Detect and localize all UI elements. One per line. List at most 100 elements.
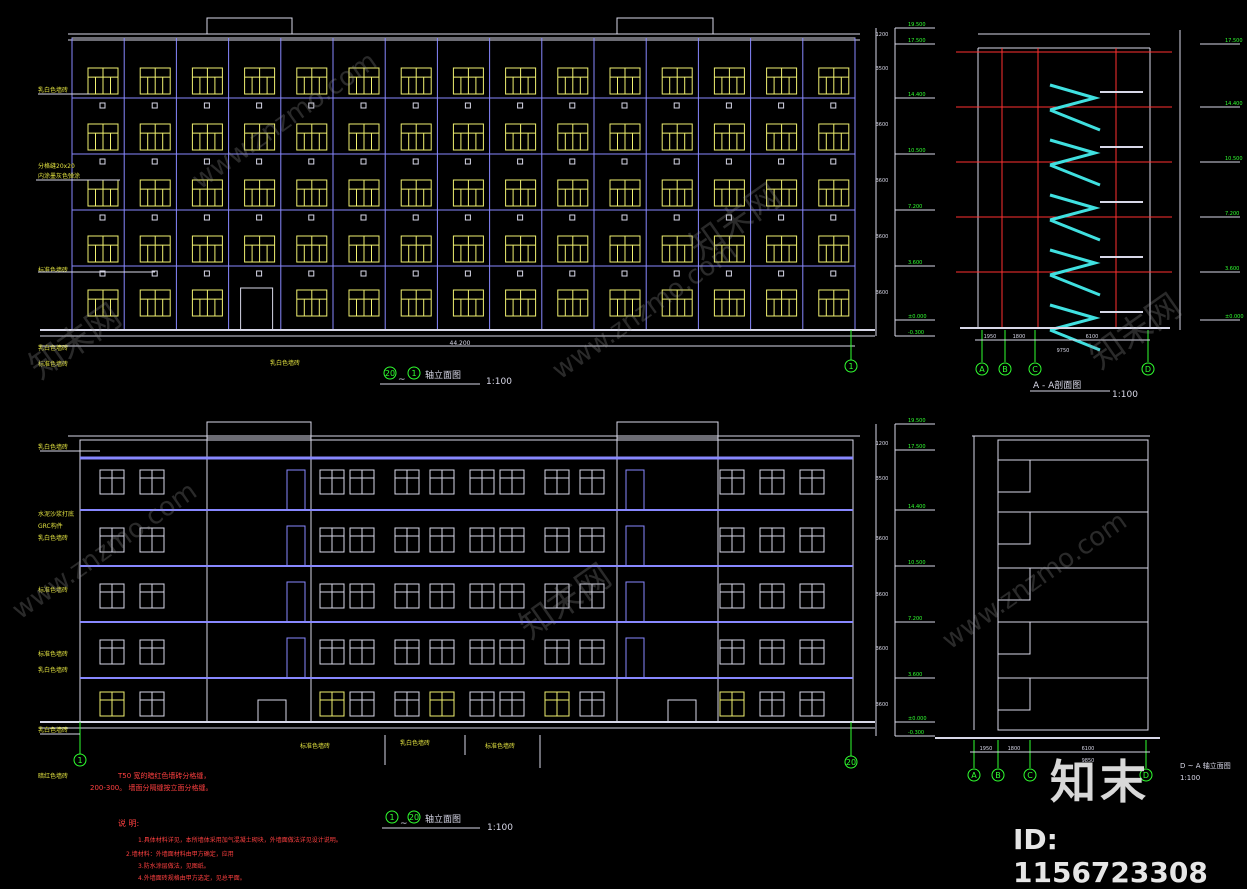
stair-flight bbox=[1049, 83, 1101, 112]
section-title: A - A剖面图 bbox=[1033, 379, 1081, 391]
vent bbox=[256, 270, 263, 277]
material-label: 乳白色墙砖 bbox=[38, 443, 68, 451]
material-label: 内涂墨灰色弹涂 bbox=[38, 172, 80, 180]
vent bbox=[308, 270, 315, 277]
vent bbox=[517, 102, 524, 109]
vent bbox=[517, 158, 524, 165]
level-text: 19.500 bbox=[908, 418, 926, 424]
side-window bbox=[997, 621, 1031, 655]
stair-flight bbox=[1049, 163, 1101, 187]
vent bbox=[99, 102, 106, 109]
level-text: ±0.000 bbox=[908, 314, 927, 320]
vent bbox=[99, 214, 106, 221]
tower-railing bbox=[625, 637, 645, 679]
vent bbox=[412, 102, 419, 109]
level-text: 7.200 bbox=[908, 616, 922, 622]
drawing-scale: 1:100 bbox=[486, 377, 512, 387]
vent bbox=[621, 214, 628, 221]
material-label: 乳白色墙砖 bbox=[38, 726, 68, 734]
stair-flight bbox=[1049, 218, 1101, 242]
vent bbox=[569, 158, 576, 165]
dim-text: 3600 bbox=[876, 178, 889, 184]
vent bbox=[360, 102, 367, 109]
level-text: 10.500 bbox=[1225, 156, 1243, 162]
side-window bbox=[997, 511, 1031, 545]
brand-logo: 知末 bbox=[1050, 755, 1150, 809]
material-label: 乳白色墙砖 bbox=[400, 739, 430, 747]
parapet bbox=[616, 17, 714, 35]
parapet bbox=[206, 17, 293, 35]
level-text: 14.400 bbox=[908, 92, 926, 98]
vent bbox=[830, 158, 837, 165]
level-text: 3.600 bbox=[908, 260, 922, 266]
dim-text: 1800 bbox=[1013, 334, 1026, 340]
watermark-layer: 知末网 www.znzmo.com 知末网 www.znzmo.com 知末网 www.z… bbox=[7, 46, 1189, 656]
vent bbox=[778, 102, 785, 109]
level-text: 10.500 bbox=[908, 560, 926, 566]
elevation-bottom: 1 20 19.500 17.500 14.400 10.500 7.200 3.600 ±0.… bbox=[38, 418, 935, 833]
vent bbox=[203, 270, 210, 277]
note-line: 3.防水涂层做法，见图纸。 bbox=[138, 862, 210, 870]
material-label: 水泥沙浆打底 bbox=[38, 510, 74, 518]
tower-railing bbox=[625, 525, 645, 567]
level-text: -0.300 bbox=[908, 730, 924, 736]
note-line: 200-300。 墙面分隔缝按立面分格缝。 bbox=[90, 783, 212, 792]
vent bbox=[621, 270, 628, 277]
vent bbox=[464, 158, 471, 165]
stair-flight bbox=[1049, 273, 1101, 297]
axis-label: 20 bbox=[385, 369, 395, 378]
design-notes: T50 宽的暗红色墙砖分格缝， 200-300。 墙面分隔缝按立面分格缝。说 明:… bbox=[90, 771, 342, 881]
dim-text: 3500 bbox=[876, 66, 889, 72]
note-line: 2.墙材料：外墙面材料由甲方确定，应用 bbox=[126, 850, 234, 858]
vent bbox=[778, 270, 785, 277]
entry-steps bbox=[257, 699, 287, 723]
dim-text: 3600 bbox=[876, 290, 889, 296]
drawing-title: 轴立面图 bbox=[425, 369, 461, 381]
vent bbox=[569, 270, 576, 277]
stair-flight bbox=[1049, 193, 1101, 222]
level-text: 17.500 bbox=[908, 444, 926, 450]
level-text: 3.600 bbox=[908, 672, 922, 678]
axis-label: B bbox=[1002, 365, 1008, 374]
vent bbox=[569, 102, 576, 109]
vent bbox=[256, 214, 263, 221]
dim-text: 1800 bbox=[1008, 746, 1021, 752]
material-label: 暗红色墙砖 bbox=[38, 772, 68, 780]
vent bbox=[830, 214, 837, 221]
dim-text: 1950 bbox=[980, 746, 993, 752]
vent bbox=[517, 214, 524, 221]
axis-label: 1 bbox=[848, 362, 853, 371]
section-scale: 1:100 bbox=[1112, 390, 1138, 400]
vent bbox=[673, 102, 680, 109]
vent bbox=[412, 214, 419, 221]
dim-text: 1950 bbox=[984, 334, 997, 340]
vent bbox=[621, 102, 628, 109]
side-title: D ~ A 轴立面图 bbox=[1180, 761, 1231, 770]
tower-railing bbox=[286, 581, 306, 623]
vent bbox=[151, 102, 158, 109]
material-label: 标准色墙砖 bbox=[300, 742, 330, 750]
dim-text: 1200 bbox=[876, 441, 889, 447]
image-id: ID: 1156723308 bbox=[1013, 823, 1208, 889]
vent bbox=[464, 102, 471, 109]
level-text: 14.400 bbox=[908, 504, 926, 510]
vent bbox=[725, 270, 732, 277]
level-text: 14.400 bbox=[1225, 101, 1243, 107]
axis-label: A bbox=[979, 365, 985, 374]
material-label: 乳白色墙砖 bbox=[38, 86, 68, 94]
axis-label: A bbox=[971, 771, 977, 780]
axis-label: 20 bbox=[409, 813, 419, 822]
vent bbox=[412, 158, 419, 165]
facade-outline bbox=[79, 439, 854, 723]
material-label: GRC构件 bbox=[38, 522, 63, 530]
note-line: 4.外墙面砖规格由甲方选定，见总平面。 bbox=[138, 874, 246, 881]
tower-railing bbox=[625, 581, 645, 623]
dim-text: 1200 bbox=[876, 32, 889, 38]
watermark-text: 知末网 bbox=[512, 556, 618, 647]
vent bbox=[725, 158, 732, 165]
dimension-text: 44.200 bbox=[450, 340, 471, 347]
axis-label: 20 bbox=[846, 758, 856, 767]
side-scale: 1:100 bbox=[1180, 774, 1200, 782]
vent bbox=[464, 214, 471, 221]
vent bbox=[203, 214, 210, 221]
